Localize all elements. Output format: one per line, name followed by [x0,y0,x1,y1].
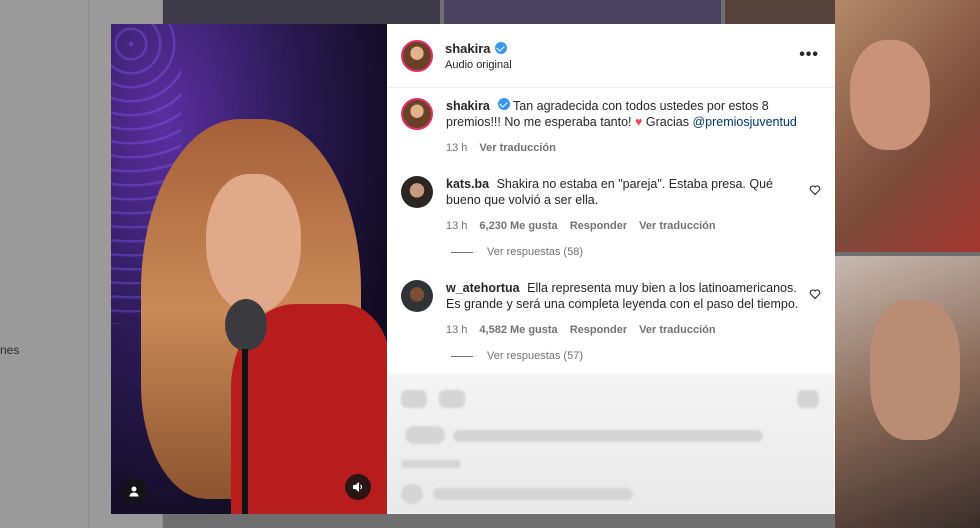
view-replies-label: Ver respuestas (58) [487,246,583,258]
speaker-icon [353,482,363,492]
blurred-save-icon [797,390,819,408]
likes-count[interactable]: 6,230 Me gusta [479,218,557,234]
verified-badge-icon [497,98,510,110]
more-options-button[interactable]: ••• [799,46,819,64]
post-caption: shakira Tan agradecida con todos ustedes… [401,98,821,156]
heart-outline-icon[interactable] [809,184,821,196]
grid-tile [444,0,721,24]
blurred-comment-input [433,488,633,500]
avatar[interactable] [401,98,433,130]
sidebar-divider [88,0,89,528]
red-heart-emoji: ♥ [635,115,643,129]
replies-divider [451,355,473,357]
avatar[interactable] [401,176,433,208]
tagged-users-button[interactable] [121,478,147,504]
heart-outline-icon[interactable] [809,288,821,300]
likes-count[interactable]: 4,582 Me gusta [479,322,557,338]
comment-meta: 13 h 6,230 Me gusta Responder Ver traduc… [446,218,802,234]
grid-tile-image [870,300,960,440]
audio-toggle-button[interactable] [345,474,371,500]
sidebar-label-partial: nes [0,343,20,357]
caption-author[interactable]: shakira [446,99,490,113]
video-person-face [206,174,301,314]
blurred-like-icon [401,390,427,408]
timestamp[interactable]: 13 h [446,140,467,156]
replies-divider [451,251,473,253]
reply-button[interactable]: Responder [570,322,627,338]
post-author[interactable]: shakira [445,41,512,56]
comment-text: Shakira no estaba en "pareja". Estaba pr… [446,177,773,207]
caption-text-2: Gracias [645,115,689,129]
view-replies-label: Ver respuestas (57) [487,350,583,362]
timestamp[interactable]: 13 h [446,218,467,234]
comment-meta: 13 h 4,582 Me gusta Responder Ver traduc… [446,322,802,338]
post-detail-panel: shakira Audio original ••• shakira Tan a… [387,24,835,514]
audio-link[interactable]: Audio original [445,59,512,71]
blurred-action-area [387,374,835,514]
translate-link[interactable]: Ver traducción [639,218,715,234]
blurred-avatars [405,426,445,444]
view-replies-button[interactable]: Ver respuestas (58) [451,246,821,258]
post-header: shakira Audio original ••• [387,24,835,88]
translate-link[interactable]: Ver traducción [479,140,555,156]
comment: w_atehortua Ella representa muy bien a l… [401,280,821,338]
timestamp[interactable]: 13 h [446,322,467,338]
blurred-likes-text [453,430,763,442]
microphone [225,299,267,351]
blurred-emoji-icon [401,484,423,504]
verified-badge-icon [494,42,507,54]
grid-tile-image [850,40,930,150]
microphone-stand [242,349,248,514]
blurred-date [401,460,461,468]
comment-author[interactable]: w_atehortua [446,281,520,295]
avatar[interactable] [401,280,433,312]
reply-button[interactable]: Responder [570,218,627,234]
comment-author[interactable]: kats.ba [446,177,489,191]
user-icon [129,486,139,497]
caption-meta: 13 h Ver traducción [446,140,802,156]
blurred-comment-icon [439,390,465,408]
comment: kats.ba Shakira no estaba en "pareja". E… [401,176,821,234]
grid-tile [163,0,440,24]
avatar[interactable] [401,39,433,72]
view-replies-button[interactable]: Ver respuestas (57) [451,350,821,362]
mention-link[interactable]: @premiosjuventud [692,115,796,129]
translate-link[interactable]: Ver traducción [639,322,715,338]
comments-list: shakira Tan agradecida con todos ustedes… [387,88,835,362]
post-video[interactable] [111,24,387,514]
